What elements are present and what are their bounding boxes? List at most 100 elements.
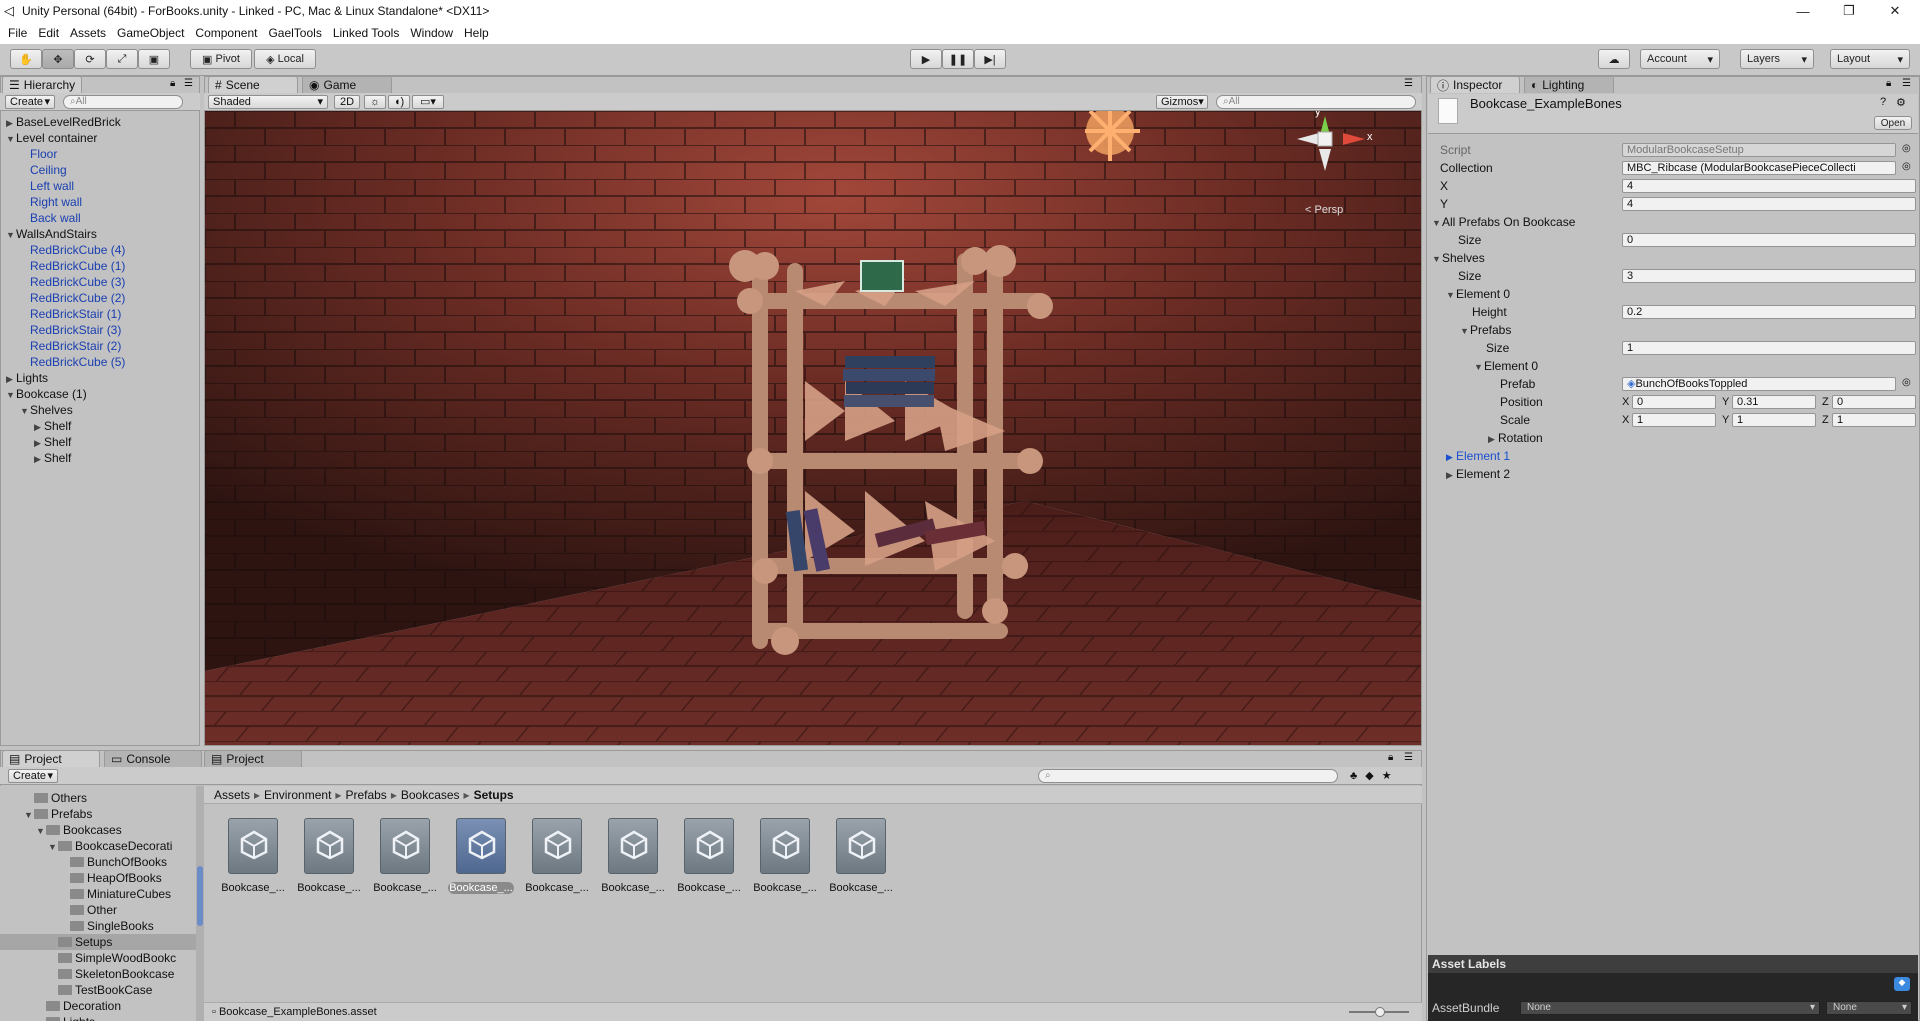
project-folder-item[interactable]: Decoration	[0, 998, 196, 1014]
asset-name-label[interactable]: Bookcase_...	[752, 882, 818, 894]
element2-foldout[interactable]: ▶ Element 2	[1446, 466, 1510, 483]
hierarchy-item[interactable]: ▶ Shelf	[34, 434, 71, 450]
project-folder-item[interactable]: BunchOfBooks	[0, 854, 196, 870]
hierarchy-item[interactable]: ▼WallsAndStairs	[6, 226, 97, 242]
collapsed-arrow-icon[interactable]: ▶	[34, 435, 44, 451]
hierarchy-item[interactable]: Ceiling	[20, 162, 67, 178]
tab-console[interactable]: ▭ Console	[104, 750, 202, 767]
expanded-arrow-icon[interactable]: ▼	[6, 387, 16, 403]
project-folder-item[interactable]: Other	[0, 902, 196, 918]
x-field[interactable]: 4	[1622, 179, 1916, 193]
scale-y-field[interactable]: 1	[1732, 413, 1816, 427]
hierarchy-item[interactable]: RedBrickCube (5)	[20, 354, 125, 370]
asset-name-label[interactable]: Bookcase_...	[828, 882, 894, 894]
scene-audio-toggle[interactable]: ◖)	[388, 94, 410, 109]
menu-linked-tools[interactable]: Linked Tools	[333, 26, 400, 40]
breadcrumb-item[interactable]: Bookcases	[401, 788, 460, 802]
filter-label-icon[interactable]: ◆	[1365, 769, 1373, 782]
hierarchy-item[interactable]: ▶ Lights	[6, 370, 48, 386]
move-tool-icon[interactable]: ✥	[42, 49, 74, 69]
menu-file[interactable]: File	[8, 26, 27, 40]
prefabs-foldout[interactable]: ▼Prefabs	[1460, 322, 1511, 339]
asset-name-label[interactable]: Bookcase_...	[524, 882, 590, 894]
asset-thumbnail[interactable]	[228, 818, 278, 874]
asset-thumbnail[interactable]	[380, 818, 430, 874]
all-prefabs-foldout[interactable]: ▼All Prefabs On Bookcase	[1432, 214, 1575, 231]
scale-x-field[interactable]: 1	[1632, 413, 1716, 427]
hierarchy-item[interactable]: ▶ Shelf	[34, 450, 71, 466]
hierarchy-search-input[interactable]: ⌕ All	[63, 94, 183, 109]
layout-dropdown[interactable]: Layout ▾	[1830, 49, 1910, 69]
breadcrumb-item[interactable]: Environment	[264, 788, 331, 802]
project-folder-item[interactable]: SimpleWoodBookc	[0, 950, 196, 966]
play-button[interactable]: ▶	[910, 49, 942, 69]
object-picker-icon[interactable]: ◎	[1902, 161, 1911, 172]
scene-viewport[interactable]: y x < Persp	[205, 111, 1421, 745]
element1-foldout[interactable]: ▶ Element 1	[1446, 448, 1510, 465]
expanded-arrow-icon[interactable]: ▼	[6, 227, 16, 243]
asset-name-label[interactable]: Bookcase_...	[296, 882, 362, 894]
hierarchy-item[interactable]: RedBrickCube (1)	[20, 258, 125, 274]
hierarchy-item[interactable]: ▶ Shelf	[34, 418, 71, 434]
tag-icon[interactable]: ◆	[1894, 977, 1910, 991]
lock-icon[interactable]: 🔒︎	[1886, 78, 1891, 89]
cloud-button[interactable]: ☁	[1598, 49, 1630, 69]
collapsed-arrow-icon[interactable]: ▶	[6, 115, 16, 131]
panel-menu-icon[interactable]: ☰	[184, 78, 193, 89]
scene-lighting-toggle[interactable]: ☼	[364, 94, 386, 109]
zoom-slider[interactable]	[1349, 1007, 1409, 1017]
assetbundle-variant-dropdown[interactable]: None ▾	[1826, 1001, 1912, 1015]
hierarchy-create-dropdown[interactable]: Create ▾	[5, 94, 55, 109]
project-folder-item[interactable]: MiniatureCubes	[0, 886, 196, 902]
open-button[interactable]: Open	[1874, 116, 1912, 130]
asset-name-label[interactable]: Bookcase_...	[676, 882, 742, 894]
project-folder-item[interactable]: Lights	[0, 1014, 196, 1021]
tree-scroll-thumb[interactable]	[197, 866, 203, 926]
tab-project[interactable]: ▤ Project	[2, 750, 100, 767]
breadcrumb-item[interactable]: Prefabs	[345, 788, 386, 802]
persp-label[interactable]: < Persp	[1305, 204, 1343, 216]
tab-lighting[interactable]: ◐ Lighting	[1524, 76, 1614, 93]
project-folder-item[interactable]: ▼ Bookcases	[0, 822, 196, 838]
gear-icon[interactable]: ⚙	[1896, 96, 1906, 109]
maximize-icon[interactable]: ❐	[1826, 0, 1872, 22]
tab-project-2[interactable]: ▤ Project	[204, 750, 302, 767]
menu-edit[interactable]: Edit	[38, 26, 59, 40]
asset-name-label[interactable]: Bookcase_...	[220, 882, 286, 894]
hierarchy-item[interactable]: ▶ BaseLevelRedBrick	[6, 114, 121, 130]
zoom-slider-thumb[interactable]	[1375, 1007, 1385, 1017]
lock-icon[interactable]: 🔒︎	[1388, 752, 1393, 763]
close-icon[interactable]: ✕	[1872, 0, 1918, 22]
pos-y-field[interactable]: 0.31	[1732, 395, 1816, 409]
menu-gaeltools[interactable]: GaelTools	[268, 26, 321, 40]
collapsed-arrow-icon[interactable]: ▶	[34, 419, 44, 435]
all-size-field[interactable]: 0	[1622, 233, 1916, 247]
tab-scene[interactable]: # Scene	[208, 76, 298, 93]
asset-name-label[interactable]: Bookcase_...	[372, 882, 438, 894]
pivot-button[interactable]: ▣ Pivot	[190, 49, 252, 69]
asset-thumbnail[interactable]	[456, 818, 506, 874]
scene-search-input[interactable]: ⌕ All	[1216, 94, 1416, 109]
expanded-arrow-icon[interactable]: ▼	[24, 807, 34, 823]
hierarchy-item[interactable]: Floor	[20, 146, 57, 162]
pos-z-field[interactable]: 0	[1832, 395, 1916, 409]
pos-x-field[interactable]: 0	[1632, 395, 1716, 409]
asset-thumbnail[interactable]	[608, 818, 658, 874]
scene-effects-dropdown[interactable]: ▭▾	[412, 94, 444, 109]
pause-button[interactable]: ❚❚	[942, 49, 974, 69]
project-folder-item[interactable]: ▼ Prefabs	[0, 806, 196, 822]
panel-menu-icon[interactable]: ☰	[1404, 752, 1413, 763]
asset-name-label[interactable]: Bookcase_...	[448, 882, 514, 894]
lock-icon[interactable]: 🔒︎	[170, 78, 175, 89]
project-folder-item[interactable]: HeapOfBooks	[0, 870, 196, 886]
hierarchy-item[interactable]: RedBrickCube (4)	[20, 242, 125, 258]
rotate-tool-icon[interactable]: ⟳	[74, 49, 106, 69]
scale-z-field[interactable]: 1	[1832, 413, 1916, 427]
shading-dropdown[interactable]: Shaded ▾	[208, 94, 328, 109]
hierarchy-item[interactable]: RedBrickStair (3)	[20, 322, 121, 338]
asset-thumbnail[interactable]	[304, 818, 354, 874]
tab-game[interactable]: ◉ Game	[302, 76, 392, 93]
assetbundle-dropdown[interactable]: None ▾	[1520, 1001, 1820, 1015]
object-picker-icon[interactable]: ◎	[1902, 377, 1911, 388]
project-folder-item[interactable]: ▼ BookcaseDecorati	[0, 838, 196, 854]
